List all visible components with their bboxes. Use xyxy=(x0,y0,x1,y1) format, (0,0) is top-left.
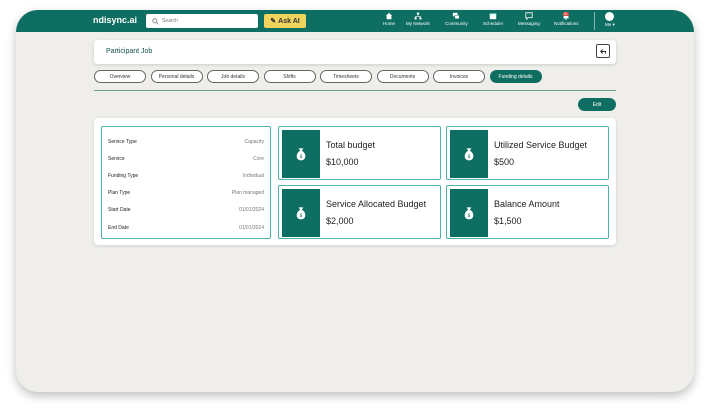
nav-notifications-label: Notifications xyxy=(554,21,579,26)
detail-label: Service Type xyxy=(108,138,137,145)
page-title: Participant Job xyxy=(106,48,153,55)
community-icon xyxy=(453,12,460,20)
budget-title: Service Allocated Budget xyxy=(326,199,427,209)
edit-button[interactable]: Edit xyxy=(578,98,616,111)
detail-row: Service Type Capacity xyxy=(108,133,264,150)
funding-details-card: Service Type Capacity Service Core Funding… xyxy=(101,126,271,239)
search-icon xyxy=(152,17,159,25)
messaging-icon xyxy=(525,12,533,20)
detail-value: Core xyxy=(253,155,264,162)
detail-row: Start Date 01/01/2024 xyxy=(108,202,264,219)
page-header-card: Participant Job xyxy=(94,40,616,64)
funding-panel: Service Type Capacity Service Core Funding… xyxy=(94,118,616,245)
detail-label: Service xyxy=(108,155,125,162)
tab-shifts[interactable]: Shifts xyxy=(263,70,316,83)
money-bag-icon: $ xyxy=(282,130,320,178)
balance-amount-card: $ Balance Amount $1,500 xyxy=(446,185,609,239)
top-navbar: ndisync.ai ✎ Ask AI Home My Network Comm… xyxy=(16,10,694,32)
back-arrow-icon xyxy=(599,48,606,54)
nav-me[interactable]: Me ▾ xyxy=(605,12,615,28)
ask-ai-label: Ask AI xyxy=(278,17,300,25)
money-bag-icon: $ xyxy=(450,189,488,237)
search-input[interactable] xyxy=(162,18,252,24)
search-box[interactable] xyxy=(146,14,258,28)
network-icon xyxy=(414,12,422,20)
me-label: Me ▾ xyxy=(605,22,615,28)
nav-community-label: Community xyxy=(445,21,468,26)
back-button[interactable] xyxy=(596,44,610,58)
nav-messaging[interactable]: Messaging xyxy=(518,12,540,26)
tab-funding-details[interactable]: Funding details xyxy=(489,70,542,83)
allocated-budget-card: $ Service Allocated Budget $2,000 xyxy=(278,185,441,239)
utilized-budget-card: $ Utilized Service Budget $500 xyxy=(446,126,609,180)
nav-scheduler[interactable]: Scheduler xyxy=(483,12,503,26)
money-bag-icon: $ xyxy=(450,130,488,178)
total-budget-card: $ Total budget $10,000 xyxy=(278,126,441,180)
tab-job-details[interactable]: Job details xyxy=(207,70,259,83)
svg-text:$: $ xyxy=(467,154,470,160)
notification-badge: 30 xyxy=(562,12,569,16)
avatar xyxy=(605,12,615,21)
detail-label: Start Date xyxy=(108,207,131,214)
nav-notifications[interactable]: 30 Notifications xyxy=(554,12,579,26)
budget-value: $1,500 xyxy=(494,216,522,226)
nav-home-label: Home xyxy=(383,21,396,26)
svg-text:$: $ xyxy=(299,154,302,160)
me-label-text: Me xyxy=(605,22,612,27)
app-window: ndisync.ai ✎ Ask AI Home My Network Comm… xyxy=(16,10,694,392)
budget-value: $2,000 xyxy=(326,216,354,226)
nav-scheduler-label: Scheduler xyxy=(483,21,504,26)
nav-messaging-label: Messaging xyxy=(518,21,540,26)
scheduler-icon xyxy=(489,13,497,20)
nav-home[interactable]: Home xyxy=(383,12,395,26)
detail-label: End Date xyxy=(108,224,129,231)
app-logo[interactable]: ndisync.ai xyxy=(93,15,137,25)
budget-title: Balance Amount xyxy=(494,199,560,209)
detail-row: Plan Type Plan managed xyxy=(108,185,264,202)
tab-invoices[interactable]: Invoices xyxy=(433,70,485,83)
budget-value: $10,000 xyxy=(326,157,359,167)
detail-value: Plan managed xyxy=(231,190,264,197)
svg-text:$: $ xyxy=(467,213,470,219)
detail-label: Funding Type xyxy=(108,172,139,179)
detail-value: 01/01/2024 xyxy=(238,224,264,231)
sparkle-icon: ✎ xyxy=(270,18,277,25)
tab-overview[interactable]: Overview xyxy=(94,70,146,83)
detail-value: Capacity xyxy=(244,138,264,145)
detail-row: Service Core xyxy=(108,150,264,167)
ask-ai-button[interactable]: ✎ Ask AI xyxy=(264,14,306,28)
nav-community[interactable]: Community xyxy=(445,12,468,26)
nav-my-network-label: My Network xyxy=(406,21,430,26)
nav-my-network[interactable]: My Network xyxy=(406,12,430,26)
detail-label: Plan Type xyxy=(108,190,131,197)
detail-row: End Date 01/01/2024 xyxy=(108,219,264,236)
tab-documents[interactable]: Documents xyxy=(376,70,429,83)
detail-row: Funding Type Individual xyxy=(108,167,264,184)
money-bag-icon: $ xyxy=(282,189,320,237)
home-icon xyxy=(385,12,393,20)
tab-bar: Overview Personal details Job details Sh… xyxy=(94,70,542,83)
tab-timesheets[interactable]: Timesheets xyxy=(320,70,372,83)
budget-title: Utilized Service Budget xyxy=(494,140,588,150)
svg-text:$: $ xyxy=(299,213,302,219)
tab-divider xyxy=(94,90,616,91)
chevron-down-icon: ▾ xyxy=(612,22,615,27)
nav-divider xyxy=(594,12,595,30)
budget-title: Total budget xyxy=(326,140,376,150)
detail-value: 01/01/2024 xyxy=(238,207,264,214)
tab-personal-details[interactable]: Personal details xyxy=(150,70,203,83)
budget-value: $500 xyxy=(494,157,515,167)
detail-value: Individual xyxy=(242,172,264,179)
